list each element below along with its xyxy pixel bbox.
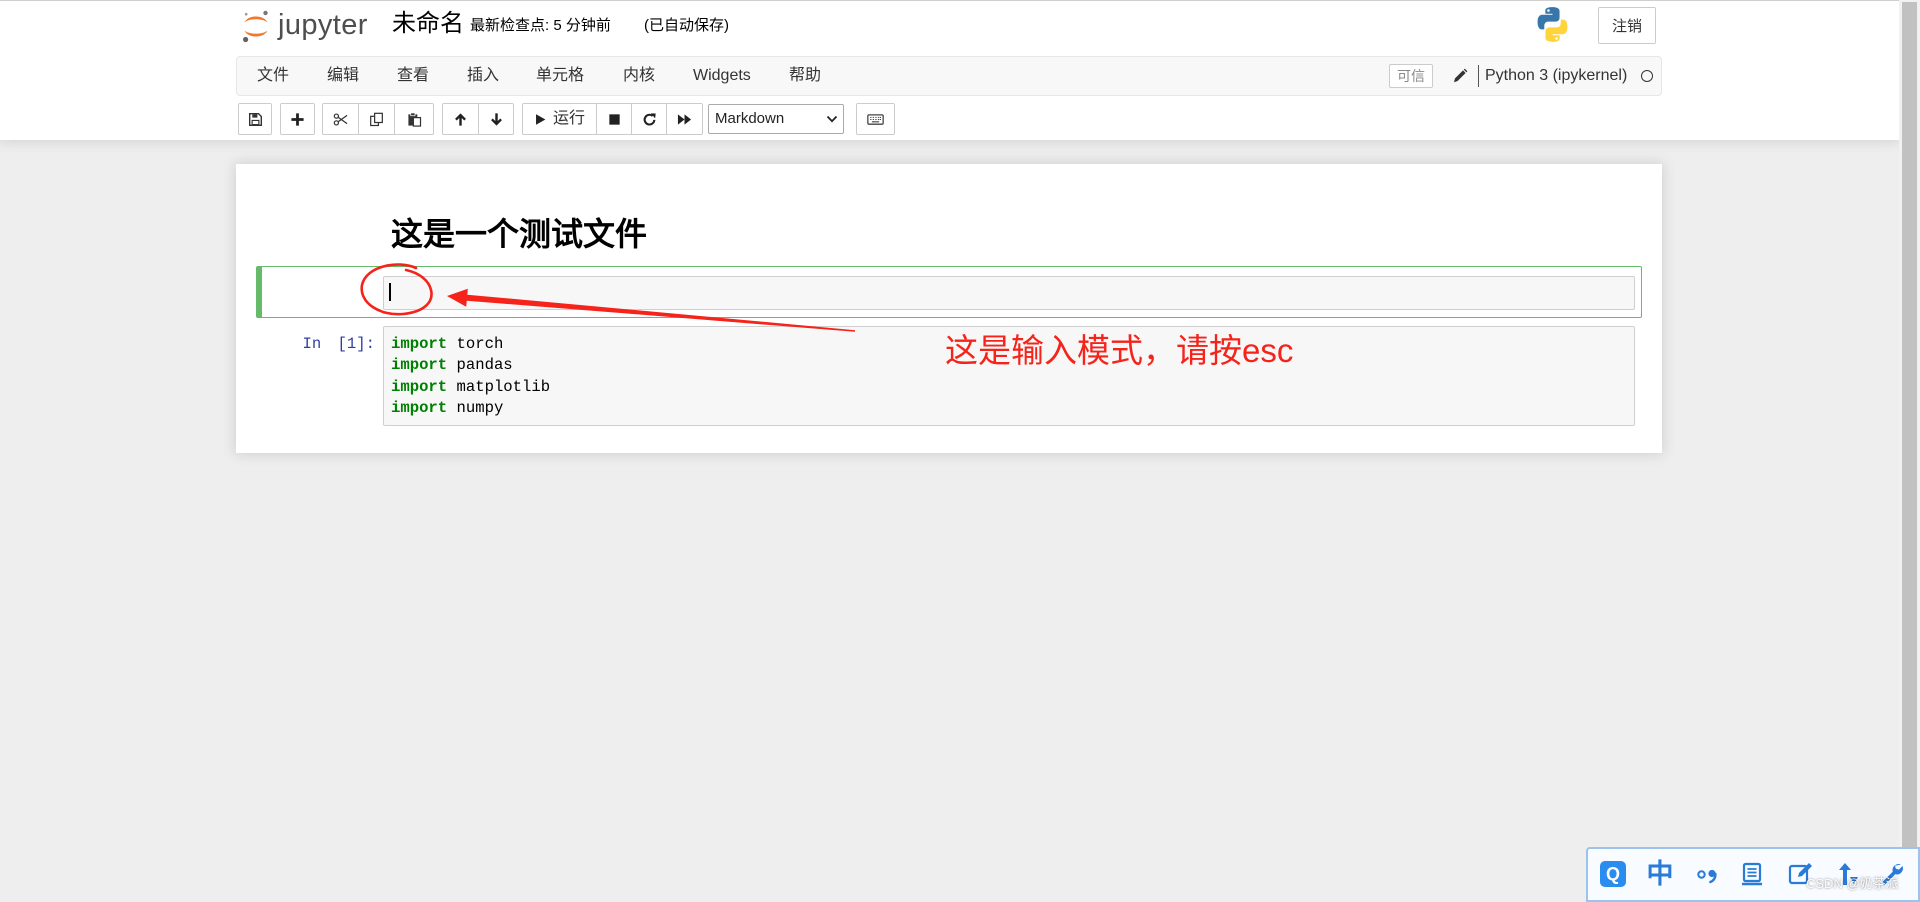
menu-help[interactable]: 帮助 (789, 57, 821, 95)
menu-widgets[interactable]: Widgets (693, 57, 751, 95)
kernel-idle-circle-icon (1641, 70, 1653, 82)
code-module: numpy (456, 399, 504, 418)
menu-file[interactable]: 文件 (257, 57, 289, 95)
text-cursor (389, 283, 391, 301)
autosave-status: (已自动保存) (644, 17, 729, 34)
command-palette-button[interactable] (856, 103, 895, 135)
ime-toolbar: Q 中 (1586, 847, 1920, 902)
keyboard-icon (867, 111, 884, 128)
code-module: torch (456, 335, 504, 353)
code-keyword: import (391, 377, 448, 396)
top-border (0, 0, 1899, 1)
trusted-indicator[interactable]: 可信 (1389, 64, 1433, 88)
punctuation-icon[interactable] (1693, 860, 1721, 888)
scrollbar-thumb[interactable] (1902, 2, 1917, 847)
save-icon (248, 112, 263, 127)
code-keyword: import (391, 399, 448, 418)
code-line: import matplotlib (391, 377, 1627, 398)
jupyter-logo-text[interactable]: jupyter (278, 8, 368, 42)
checkpoint-status: 最新检查点: 5 分钟前 (470, 17, 611, 34)
menu-insert[interactable]: 插入 (467, 57, 499, 95)
python-logo-icon (1534, 6, 1571, 43)
notebook-container: 这是一个测试文件 In [1]: import torch import pan… (236, 164, 1662, 453)
restart-run-all-button[interactable] (666, 103, 703, 135)
arrow-up-icon (453, 112, 468, 127)
code-module: pandas (456, 356, 513, 375)
menubar: 文件 编辑 查看 插入 单元格 内核 Widgets 帮助 可信 Python … (236, 56, 1662, 96)
code-keyword: import (391, 335, 448, 353)
menu-edit[interactable]: 编辑 (327, 57, 359, 95)
ime-language-toggle[interactable]: 中 (1645, 858, 1675, 890)
soft-keyboard-icon[interactable] (1738, 860, 1766, 888)
copy-button[interactable] (358, 103, 395, 135)
save-button[interactable] (238, 103, 272, 135)
fast-forward-icon (677, 112, 692, 127)
restart-icon (642, 112, 657, 127)
insert-cell-button[interactable] (280, 103, 315, 135)
cell-input-editor[interactable] (383, 276, 1635, 310)
move-up-button[interactable] (442, 103, 479, 135)
cut-button[interactable] (322, 103, 359, 135)
menu-kernel[interactable]: 内核 (623, 57, 655, 95)
chevron-down-icon (826, 113, 838, 125)
markdown-heading[interactable]: 这是一个测试文件 (391, 215, 647, 253)
input-prompt: In [1]: (302, 335, 375, 353)
menu-cell[interactable]: 单元格 (536, 57, 584, 95)
paste-button[interactable] (394, 103, 434, 135)
kernel-divider (1478, 65, 1479, 87)
copy-icon (369, 112, 384, 127)
stop-icon (607, 112, 622, 127)
jupyter-logo-icon[interactable] (242, 9, 270, 43)
plus-icon (290, 112, 305, 127)
arrow-down-icon (489, 112, 504, 127)
logout-button[interactable]: 注销 (1598, 7, 1656, 44)
notebook-header: jupyter 未命名 最新检查点: 5 分钟前 (已自动保存) 注销 文件 编… (0, 0, 1899, 140)
ime-brand-button[interactable]: Q (1600, 861, 1626, 887)
code-line: import numpy (391, 398, 1627, 419)
vertical-scrollbar[interactable] (1899, 0, 1920, 902)
cell-type-value: Markdown (715, 110, 785, 127)
paste-icon (407, 112, 422, 127)
run-label: 运行 (552, 110, 585, 127)
annotation-text: 这是输入模式，请按esc (945, 332, 1294, 369)
menu-view[interactable]: 查看 (397, 57, 429, 95)
code-keyword: import (391, 356, 448, 375)
pencil-icon[interactable] (1452, 68, 1468, 84)
run-button[interactable]: 运行 (522, 103, 597, 135)
kernel-name: Python 3 (ipykernel) (1485, 67, 1628, 84)
selected-markdown-cell[interactable] (256, 266, 1642, 318)
interrupt-kernel-button[interactable] (596, 103, 632, 135)
cut-icon (333, 112, 348, 127)
move-down-button[interactable] (478, 103, 514, 135)
logout-label: 注销 (1611, 18, 1642, 35)
code-module: matplotlib (456, 377, 551, 396)
play-icon (534, 113, 547, 126)
notebook-name[interactable]: 未命名 (392, 9, 464, 39)
watermark: CSDN @奶茶派 (1806, 876, 1899, 891)
cell-type-select[interactable]: Markdown (708, 104, 844, 134)
restart-kernel-button[interactable] (631, 103, 667, 135)
